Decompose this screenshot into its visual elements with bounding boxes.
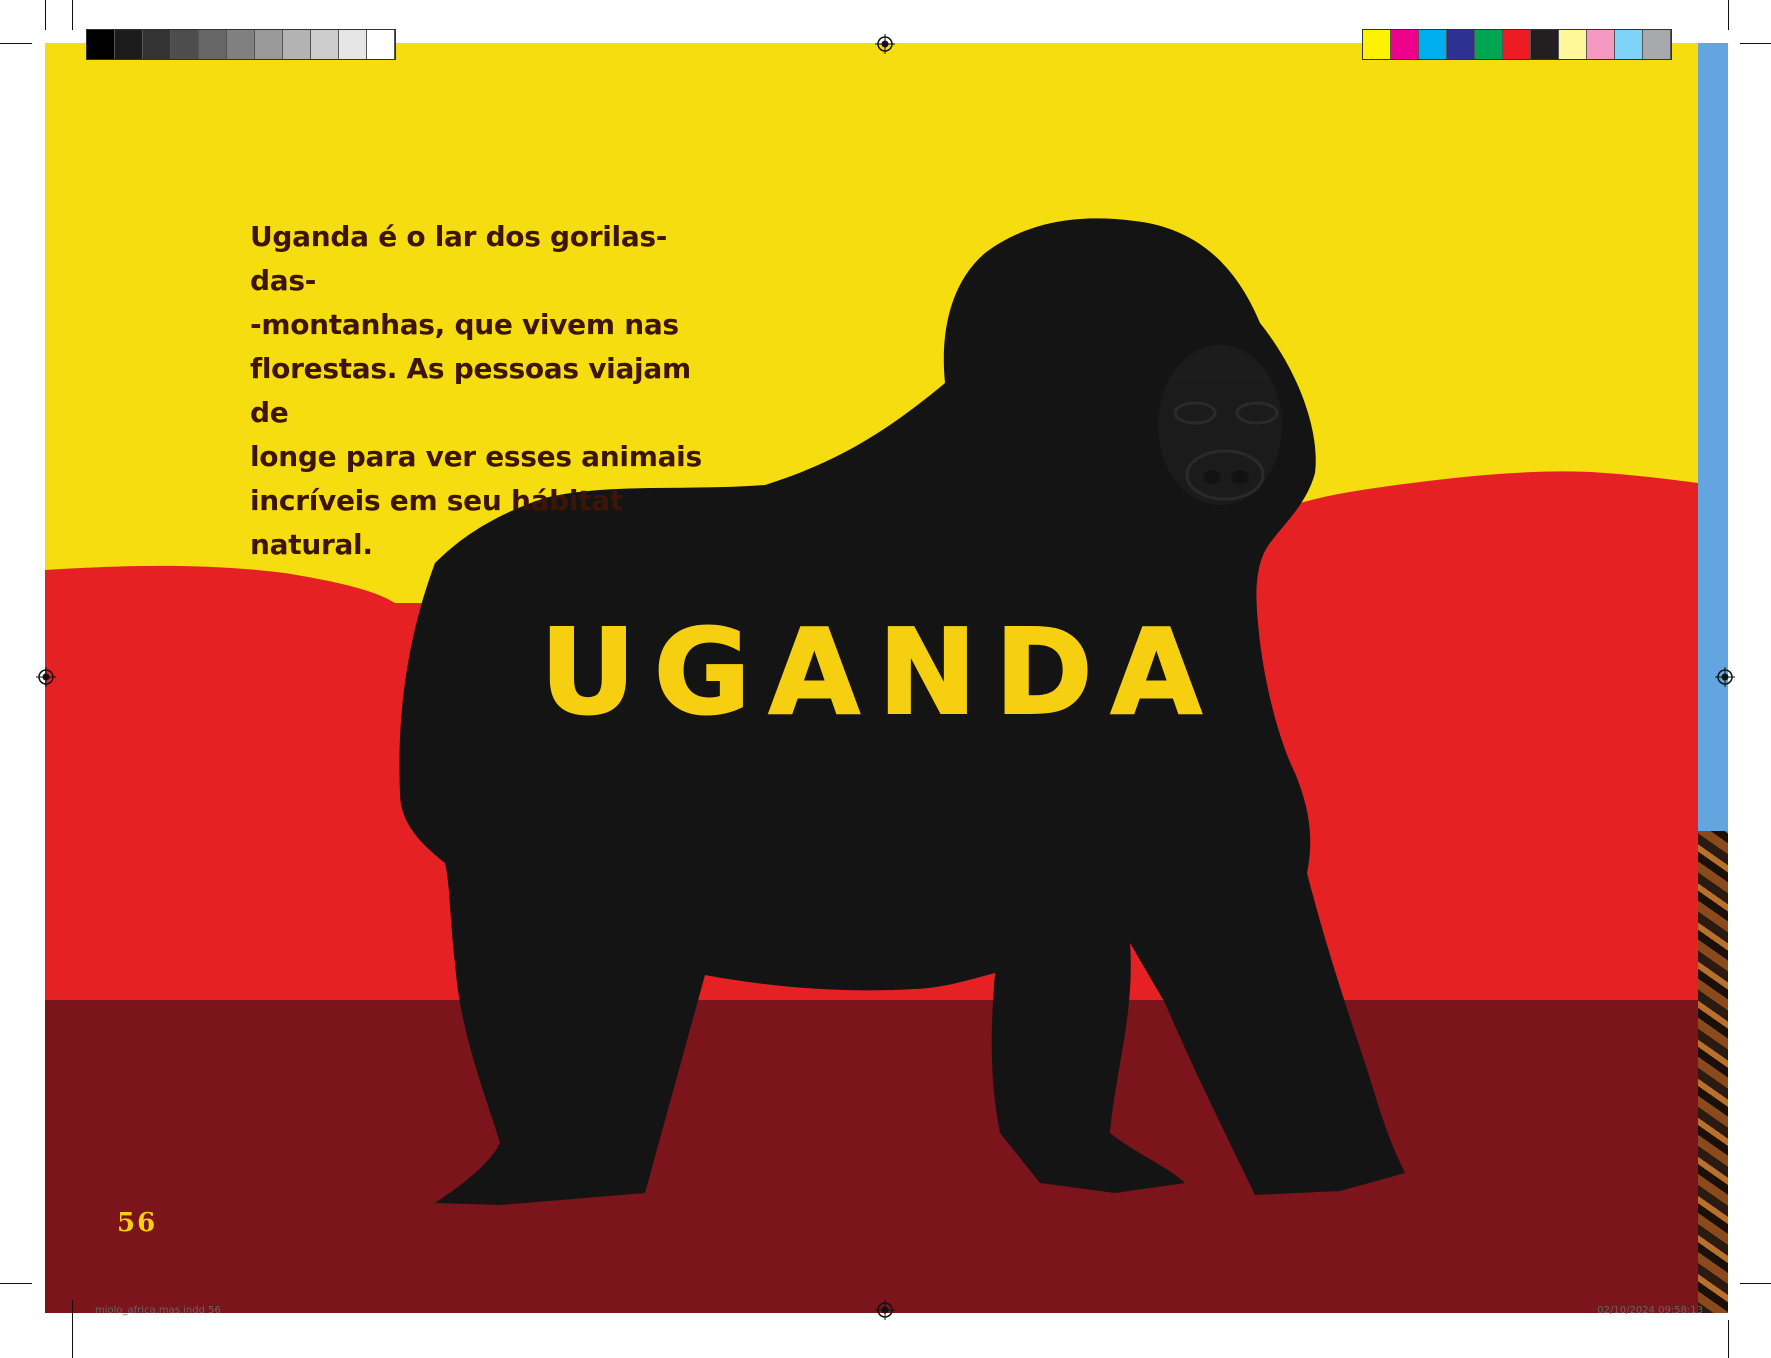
gray-swatch [367,30,395,59]
crop-mark [45,0,46,30]
color-swatch [1447,30,1475,59]
gray-swatch [339,30,367,59]
color-swatch [1391,30,1419,59]
crop-mark [1728,0,1729,30]
gray-swatch [171,30,199,59]
slug-timestamp: 02/10/2024 09:58:13 [1597,1305,1703,1316]
registration-mark-icon [875,34,895,54]
registration-mark-icon [1715,667,1735,687]
crop-mark [0,43,32,44]
gray-swatch [227,30,255,59]
color-swatch [1615,30,1643,59]
gray-swatch [143,30,171,59]
ground [45,1000,1698,1313]
gray-swatch [199,30,227,59]
crop-mark [1728,1320,1729,1358]
page-number: 56 [117,1208,158,1238]
color-swatch [1559,30,1587,59]
color-swatch [1587,30,1615,59]
color-swatch [1363,30,1391,59]
color-swatch [1503,30,1531,59]
body-text: Uganda é o lar dos gorilas-das- -montanh… [250,220,702,561]
crop-mark [0,1283,32,1284]
color-swatch [1643,30,1671,59]
page-title: UGANDA [539,602,1221,742]
printed-sheet: Uganda é o lar dos gorilas-das- -montanh… [0,0,1771,1358]
grayscale-bar [86,29,396,60]
book-page: Uganda é o lar dos gorilas-das- -montanh… [45,43,1698,1313]
gray-swatch [255,30,283,59]
crop-mark [72,1300,73,1358]
crop-mark [1740,43,1771,44]
slug-file-name: miolo_africa.mas.indd 56 [95,1305,221,1316]
gray-swatch [87,30,115,59]
gray-swatch [283,30,311,59]
crop-mark [72,0,73,30]
gray-swatch [311,30,339,59]
gorilla-face [1158,345,1282,505]
gray-swatch [115,30,143,59]
crop-mark [1740,1283,1771,1284]
registration-mark-icon [36,667,56,687]
color-swatch [1531,30,1559,59]
color-bar [1362,29,1672,60]
tribal-pattern [1698,831,1728,1313]
color-swatch [1475,30,1503,59]
registration-mark-icon [875,1300,895,1320]
color-swatch [1419,30,1447,59]
